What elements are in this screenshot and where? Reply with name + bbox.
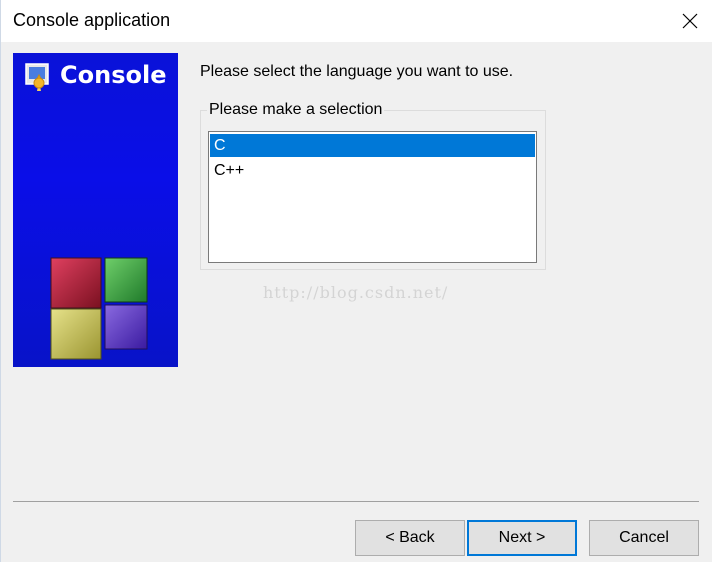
next-button[interactable]: Next > — [467, 520, 577, 556]
instruction-text: Please select the language you want to u… — [200, 63, 514, 80]
watermark-text: http://blog.csdn.net/ — [263, 283, 449, 302]
list-item-c[interactable]: C — [210, 134, 535, 157]
cubes-logo-image — [50, 257, 148, 360]
groupbox-label: Please make a selection — [207, 101, 385, 119]
list-item-cpp[interactable]: C++ — [210, 159, 535, 182]
back-button[interactable]: < Back — [355, 520, 465, 556]
footer-separator — [13, 501, 699, 502]
wizard-window: Console application Console Please selec… — [0, 0, 712, 562]
close-button[interactable] — [667, 0, 712, 42]
title-bar: Console application — [1, 0, 712, 42]
close-icon — [682, 13, 698, 29]
wizard-app-icon — [25, 63, 49, 91]
language-listbox[interactable]: C C++ — [208, 131, 537, 263]
banner-title: Console — [60, 61, 167, 89]
window-title: Console application — [13, 10, 171, 30]
cancel-button[interactable]: Cancel — [589, 520, 699, 556]
wizard-banner: Console — [13, 53, 178, 367]
